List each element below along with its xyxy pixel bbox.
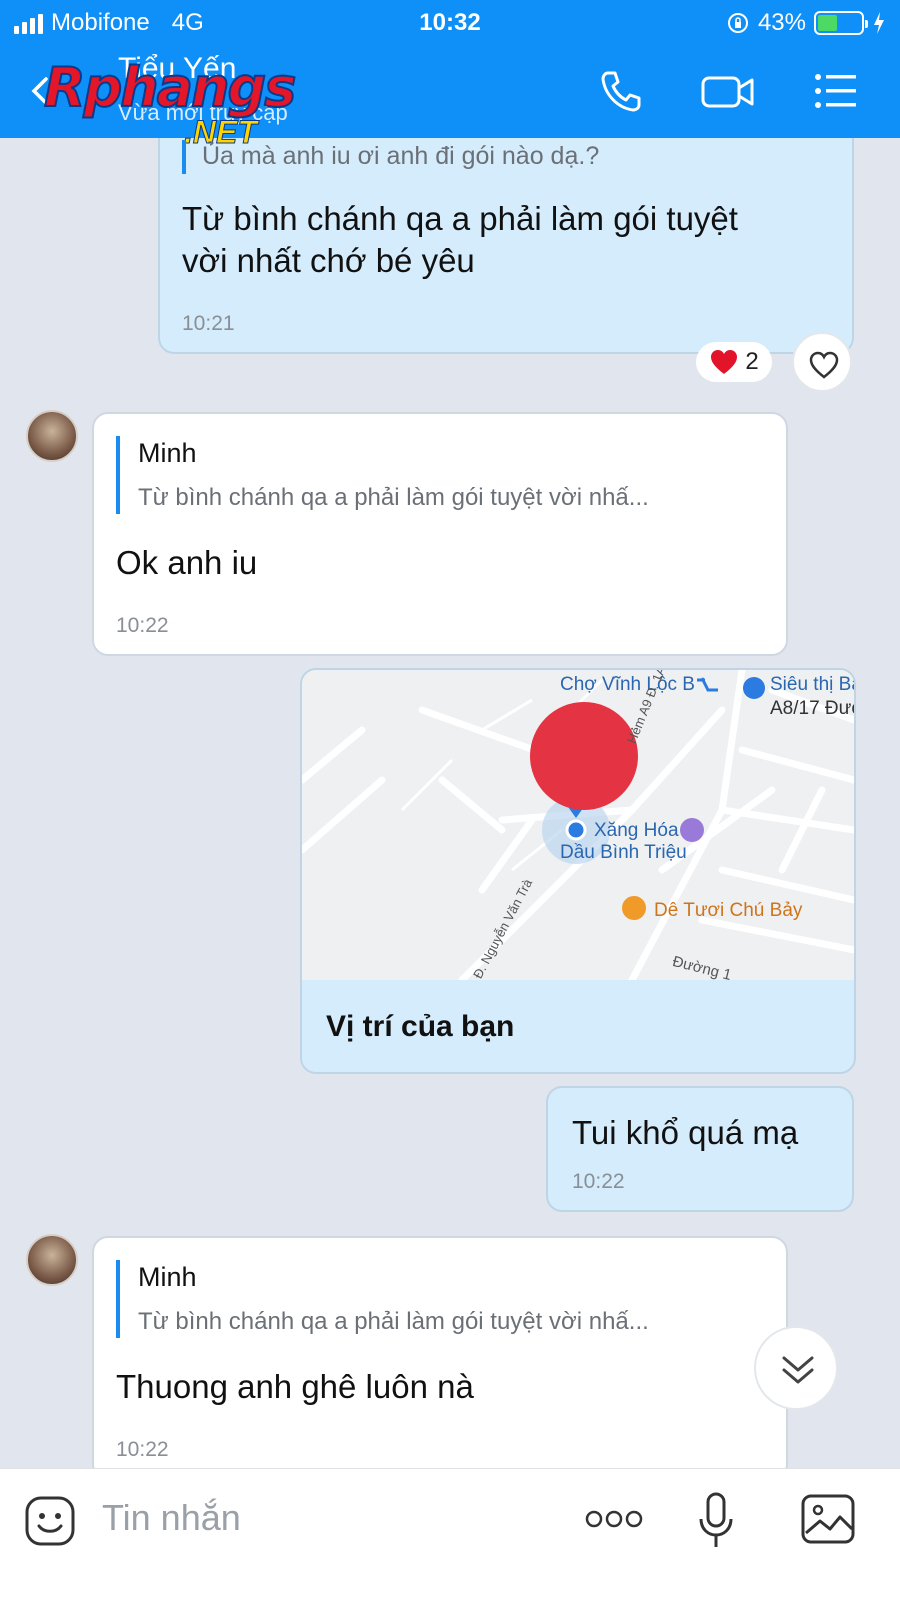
message-input-bar: Tin nhắn [0, 1468, 900, 1600]
microphone-icon[interactable] [696, 1491, 736, 1551]
message-time: 10:22 [116, 614, 169, 637]
message-text: Từ bình chánh qa a phải làm gói tuyệt [182, 200, 738, 237]
location-map[interactable]: Chợ Vĩnh Lộc B Siêu thị Ba A8/17 Đườ Hẻm… [302, 670, 854, 980]
heart-reaction-icon [711, 350, 738, 374]
map-label: Siêu thị Ba [770, 674, 854, 695]
double-chevron-down-icon [782, 1356, 814, 1384]
battery-percent: 43% [757, 9, 806, 36]
reaction-count: 2 [745, 348, 759, 375]
charging-icon [874, 12, 884, 34]
quote-bar [116, 1260, 120, 1338]
react-heart-button[interactable] [792, 332, 852, 392]
message-time: 10:21 [182, 312, 235, 335]
more-icon[interactable] [584, 1507, 644, 1531]
map-label: A8/17 Đườ [770, 698, 854, 719]
map-label: Dầu Bình Triệu [560, 842, 687, 863]
watermark-main: Rphangs [43, 55, 297, 120]
map-label: Xăng Hóa [594, 820, 679, 841]
phone-icon[interactable] [598, 68, 644, 114]
message-text: Tui khổ quá mạ [572, 1114, 799, 1151]
message-text: vời nhất chớ bé yêu [182, 242, 475, 279]
message-time: 10:22 [116, 1438, 169, 1461]
quote-bar [116, 436, 120, 514]
avatar[interactable] [26, 410, 78, 462]
quoted-text: Từ bình chánh qa a phải làm gói tuyệt vờ… [138, 1308, 649, 1335]
watermark-logo: Rphangs .NET [43, 55, 314, 156]
scroll-to-bottom-button[interactable] [754, 1326, 838, 1410]
avatar[interactable] [26, 1234, 78, 1286]
chat-header: Mobifone 4G 10:32 43% Tiểu Yến Vừa mới t… [0, 0, 900, 151]
quoted-sender: Minh [138, 438, 197, 468]
location-caption: Vị trí của bạn [326, 1010, 515, 1043]
battery-icon [814, 11, 868, 35]
message-text: Thuong anh ghê luôn nà [116, 1368, 474, 1405]
status-right: 43% [726, 9, 886, 37]
map-label: Dê Tươi Chú Bảy [654, 900, 803, 921]
reaction-badge[interactable]: 2 [696, 342, 772, 382]
quoted-sender: Minh [138, 1262, 197, 1292]
status-bar: Mobifone 4G 10:32 43% [0, 0, 900, 48]
map-label: Chợ Vĩnh Lộc B [560, 674, 695, 695]
quoted-text: Từ bình chánh qa a phải làm gói tuyệt vờ… [138, 484, 649, 511]
message-text: Ok anh iu [116, 544, 258, 581]
image-icon[interactable] [800, 1493, 856, 1545]
orientation-lock-icon [727, 13, 748, 33]
message-time: 10:22 [572, 1170, 625, 1193]
quoted-text: Ủa mà anh iu ơi anh đi gói nào dạ.? [202, 142, 600, 170]
heart-outline-icon [809, 351, 839, 379]
video-call-icon[interactable] [700, 68, 756, 114]
message-input[interactable]: Tin nhắn [102, 1497, 241, 1539]
menu-list-icon[interactable] [812, 68, 858, 114]
sticker-icon[interactable] [24, 1495, 76, 1547]
quote-bar [182, 140, 186, 174]
